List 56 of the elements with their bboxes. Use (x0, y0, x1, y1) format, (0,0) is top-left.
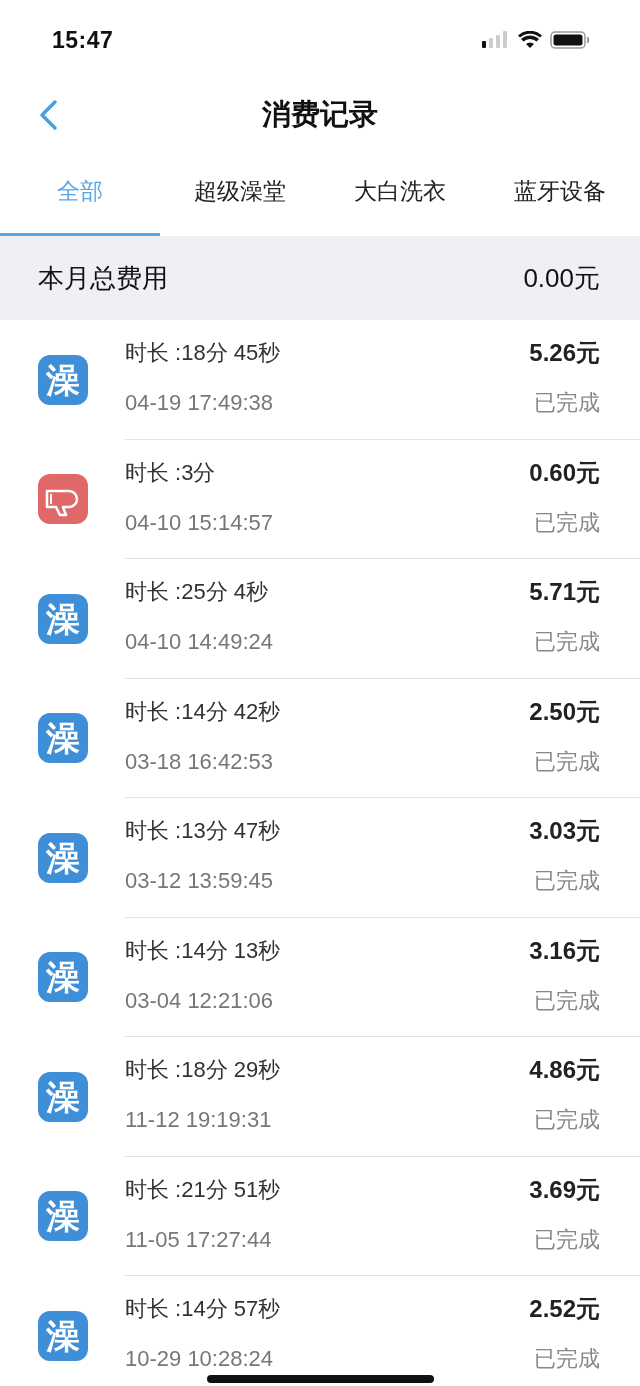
summary-amount: 0.00元 (523, 261, 600, 295)
duration-text: 时长 :13分 47秒 (125, 817, 282, 846)
bath-app-icon: 澡 (37, 952, 88, 1003)
status-text: 已完成 (533, 1225, 600, 1254)
duration-text: 时长 :18分 29秒 (125, 1056, 282, 1085)
time-text: 03-04 12:21:06 (125, 987, 275, 1014)
bath-app-icon: 澡 (37, 1310, 88, 1361)
amount-text: 2.50元 (529, 696, 600, 727)
page-title: 消费记录 (262, 97, 378, 132)
duration-text: 时长 :21分 51秒 (125, 1175, 282, 1204)
tab[interactable]: 大白洗衣 (320, 150, 480, 236)
duration-text: 时长 :14分 57秒 (125, 1295, 282, 1324)
amount-text: 3.16元 (529, 935, 600, 966)
amount-text: 4.86元 (529, 1055, 600, 1086)
duration-text: 时长 :18分 45秒 (125, 339, 282, 368)
time-text: 03-12 13:59:45 (125, 868, 275, 895)
summary-label: 本月总费用 (38, 261, 168, 295)
amount-text: 5.26元 (529, 338, 600, 369)
battery-icon (550, 31, 590, 49)
tab[interactable]: 超级澡堂 (160, 150, 320, 236)
status-text: 已完成 (533, 389, 600, 418)
amount-text: 5.71元 (529, 577, 600, 608)
time-text: 04-10 14:49:24 (125, 629, 275, 656)
duration-text: 时长 :14分 13秒 (125, 936, 282, 965)
wifi-icon (518, 31, 542, 49)
hair-dryer-icon (37, 474, 88, 525)
status-text: 已完成 (533, 867, 600, 896)
time-text: 10-29 10:28:24 (125, 1346, 275, 1373)
amount-text: 3.69元 (529, 1174, 600, 1205)
bath-app-icon: 澡 (37, 1071, 88, 1122)
amount-text: 3.03元 (529, 816, 600, 847)
amount-text: 0.60元 (529, 457, 600, 488)
clock: 15:47 (52, 26, 114, 54)
amount-text: 2.52元 (529, 1294, 600, 1325)
status-text: 已完成 (533, 628, 600, 657)
status-text: 已完成 (533, 508, 600, 537)
status-text: 已完成 (533, 1106, 600, 1135)
bath-app-icon: 澡 (37, 1191, 88, 1242)
duration-text: 时长 :14分 42秒 (125, 697, 282, 726)
time-text: 03-18 16:42:53 (125, 748, 275, 775)
time-text: 04-10 15:14:57 (125, 509, 275, 536)
status-text: 已完成 (533, 986, 600, 1015)
bath-app-icon: 澡 (37, 354, 88, 405)
duration-text: 时长 :3分 (125, 458, 217, 487)
duration-text: 时长 :25分 4秒 (125, 578, 270, 607)
status-text: 已完成 (533, 1345, 600, 1374)
bath-app-icon: 澡 (37, 832, 88, 883)
status-text: 已完成 (533, 747, 600, 776)
time-text: 11-12 19:19:31 (125, 1107, 273, 1134)
bath-app-icon: 澡 (37, 713, 88, 764)
signal-icon (482, 31, 510, 49)
back-icon[interactable] (38, 99, 58, 131)
bath-app-icon: 澡 (37, 593, 88, 644)
tab[interactable]: 蓝牙设备 (480, 150, 640, 236)
time-text: 11-05 17:27:44 (125, 1226, 273, 1253)
time-text: 04-19 17:49:38 (125, 390, 275, 417)
